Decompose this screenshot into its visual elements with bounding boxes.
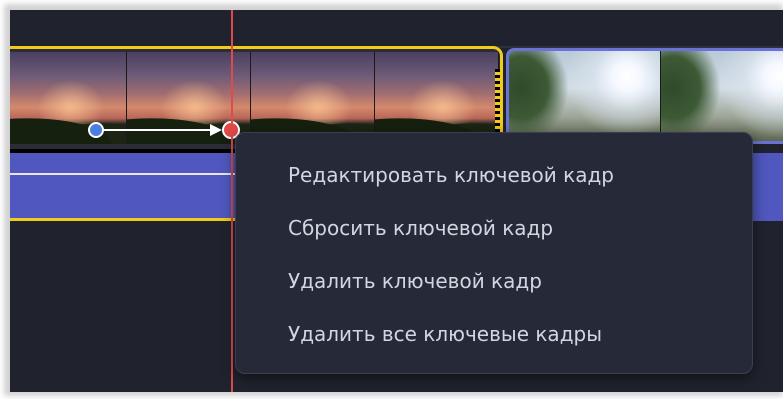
timeline[interactable]: Редактировать ключевой кадр Сбросить клю… bbox=[10, 10, 783, 392]
playhead[interactable] bbox=[231, 10, 233, 392]
thumbnail-sunset bbox=[251, 52, 375, 144]
context-menu: Редактировать ключевой кадр Сбросить клю… bbox=[235, 132, 753, 374]
thumbnail-sunset bbox=[10, 52, 127, 144]
menu-item-edit-keyframe[interactable]: Редактировать ключевой кадр bbox=[236, 153, 752, 206]
video-clip[interactable] bbox=[506, 48, 783, 144]
menu-item-delete-keyframe[interactable]: Удалить ключевой кадр bbox=[236, 259, 752, 312]
thumbnail-palm bbox=[661, 51, 783, 141]
thumbnail-palm bbox=[509, 51, 661, 141]
menu-item-reset-keyframe[interactable]: Сбросить ключевой кадр bbox=[236, 206, 752, 259]
clip-thumbnails bbox=[10, 52, 499, 144]
thumbnail-sunset bbox=[375, 52, 499, 144]
menu-item-delete-all-keyframes[interactable]: Удалить все ключевые кадры bbox=[236, 312, 752, 365]
